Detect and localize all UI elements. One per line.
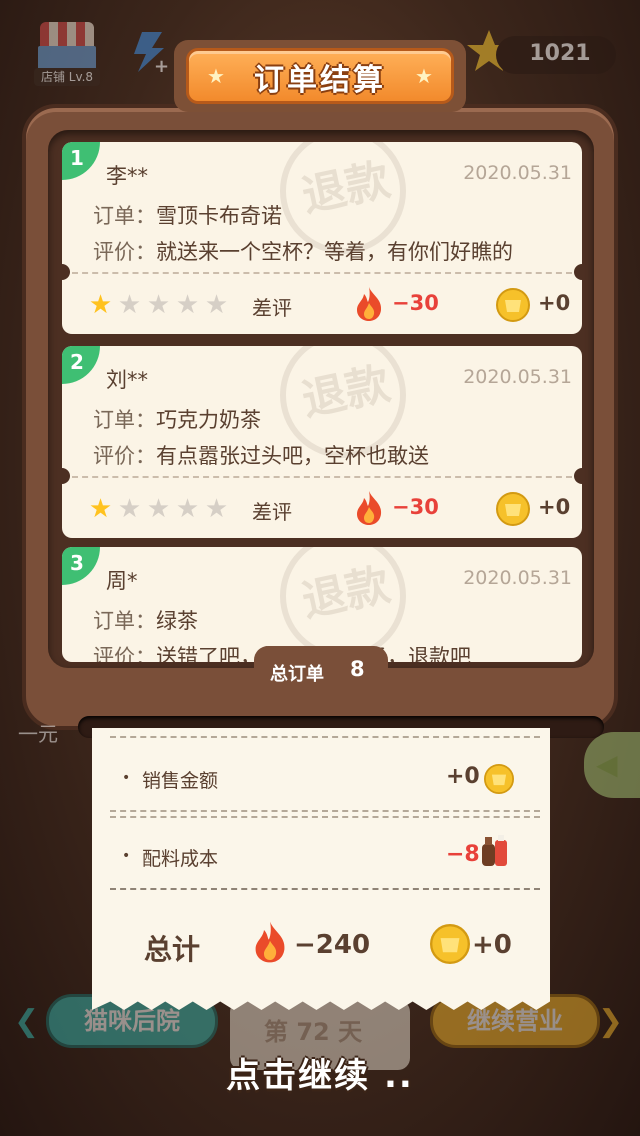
- order-date: 2020.05.31: [463, 366, 572, 388]
- divider: [72, 476, 572, 478]
- order-date: 2020.05.31: [463, 567, 572, 589]
- divider: [72, 272, 572, 274]
- page-title: 订单结算: [254, 63, 386, 98]
- triangle-left-icon: ◀: [596, 748, 618, 781]
- heat-change: −30: [392, 291, 439, 315]
- total-heat-value: −240: [294, 930, 371, 960]
- star-empty-icon: ★: [204, 290, 229, 320]
- heat-change: −30: [392, 495, 439, 519]
- star-rating: ★ ★ ★ ★ ★: [86, 494, 231, 524]
- fire-icon: [357, 491, 382, 525]
- sales-label: 销售金额: [142, 770, 219, 792]
- order-list[interactable]: 退款 1 李** 2020.05.31 订单：雪顶卡布奇诺 评价：就送来一个空杯…: [62, 142, 582, 662]
- order-card: 退款 3 周* 2020.05.31 订单：绿茶 评价：送错了吧，就一个空杯子，…: [62, 547, 582, 662]
- coin-icon: [496, 288, 530, 322]
- tap-to-continue[interactable]: 点击继续 ..: [0, 1048, 640, 1097]
- star-empty-icon: ★: [204, 494, 229, 524]
- star-filled-icon: ★: [88, 290, 113, 320]
- order-review: 评价：有点嚣张过头吧，空杯也敢送: [93, 444, 429, 468]
- star-empty-icon: ★: [175, 494, 200, 524]
- divider: [110, 816, 540, 818]
- coin-change: +0: [538, 291, 571, 315]
- order-number-badge: 1: [62, 142, 100, 180]
- order-date: 2020.05.31: [463, 162, 572, 184]
- order-item: 订单：巧克力奶茶: [93, 408, 261, 432]
- customer-name: 李**: [106, 164, 148, 188]
- coin-icon: [496, 492, 530, 526]
- star-empty-icon: ★: [175, 290, 200, 320]
- total-label: 总计: [144, 933, 201, 966]
- fire-icon: [357, 287, 382, 321]
- total-coin-value: +0: [472, 930, 512, 960]
- bullet-icon: •: [122, 770, 131, 786]
- shop-level-label: 店铺 Lv.8: [34, 68, 100, 86]
- ingredient-cost-label: 配料成本: [142, 848, 219, 870]
- rating-text: 差评: [252, 296, 292, 320]
- energy-bolt-icon: +: [134, 32, 168, 74]
- day-counter: 第 72 天: [264, 1018, 363, 1046]
- star-empty-icon: ★: [146, 494, 171, 524]
- order-number-badge: 2: [62, 346, 100, 384]
- divider: [110, 810, 540, 812]
- settlement-receipt: • 销售金额 +0 • 配料成本 −8 总计 −240 +0: [92, 728, 550, 1010]
- coin-icon: [484, 764, 514, 794]
- divider: [110, 736, 540, 738]
- svg-text:+: +: [154, 56, 168, 74]
- order-card: 退款 1 李** 2020.05.31 订单：雪顶卡布奇诺 评价：就送来一个空杯…: [62, 142, 582, 334]
- order-item: 订单：绿茶: [93, 609, 198, 633]
- total-orders-label: 总订单: [270, 664, 324, 685]
- shop-icon[interactable]: 店铺 Lv.8: [34, 22, 100, 86]
- chevron-right-icon: ❯: [598, 1004, 624, 1039]
- sales-value: +0: [446, 764, 480, 789]
- star-empty-icon: ★: [117, 290, 142, 320]
- order-number-badge: 3: [62, 547, 100, 585]
- total-orders-count: 8: [350, 657, 365, 681]
- order-review: 评价：就送来一个空杯？等着，有你们好瞧的: [93, 240, 513, 264]
- bullet-icon: •: [122, 848, 131, 864]
- star-empty-icon: ★: [146, 290, 171, 320]
- customer-name: 刘**: [106, 368, 148, 392]
- star-filled-icon: ★: [88, 494, 113, 524]
- customer-name: 周*: [106, 569, 138, 593]
- order-card: 退款 2 刘** 2020.05.31 订单：巧克力奶茶 评价：有点嚣张过头吧，…: [62, 346, 582, 538]
- coin-change: +0: [538, 495, 571, 519]
- rating-text: 差评: [252, 500, 292, 524]
- chevron-left-icon: ❮: [14, 1004, 40, 1039]
- fire-icon: [255, 921, 285, 963]
- star-rating: ★ ★ ★ ★ ★: [86, 290, 231, 320]
- divider: [110, 888, 540, 890]
- coin-count: 1021: [529, 41, 591, 66]
- star-empty-icon: ★: [117, 494, 142, 524]
- sauce-bottle-icon: [482, 835, 507, 866]
- ingredient-cost-value: −8: [446, 842, 480, 867]
- background-hint: 一元: [18, 722, 58, 746]
- coin-icon: [430, 924, 470, 964]
- order-item: 订单：雪顶卡布奇诺: [93, 204, 282, 228]
